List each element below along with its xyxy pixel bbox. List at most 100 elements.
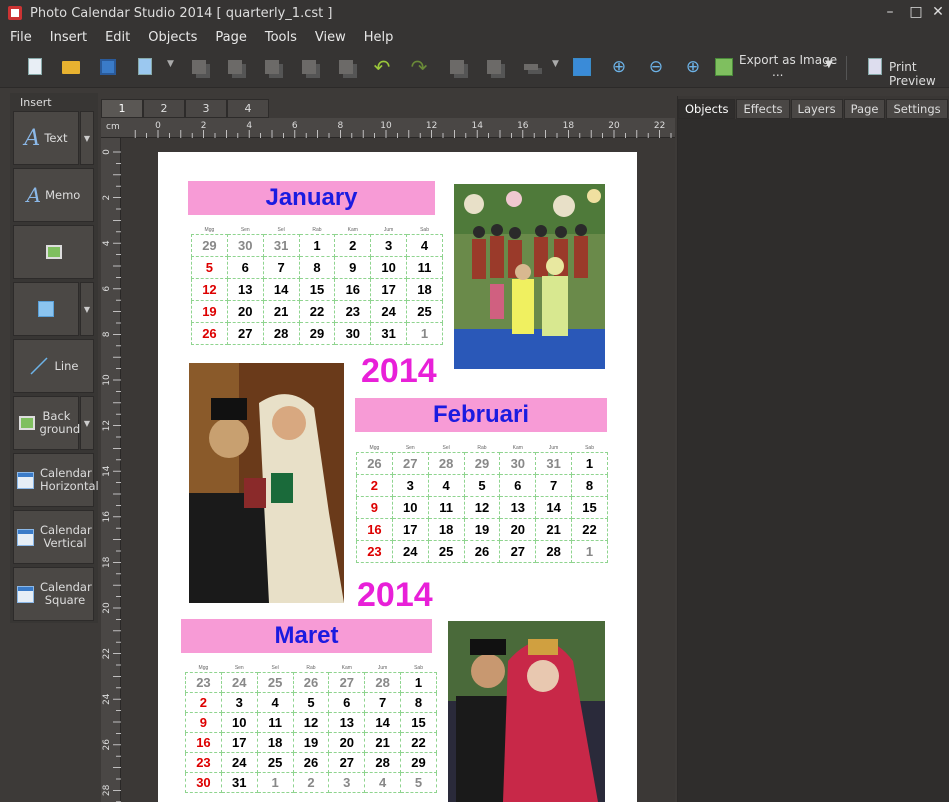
align-icon[interactable] xyxy=(520,56,542,78)
zoom-fit-icon[interactable] xyxy=(571,56,593,78)
insert-calendar-vertical-button[interactable]: Calendar Vertical xyxy=(13,510,94,564)
page-tab-4[interactable]: 4 xyxy=(227,99,269,118)
bring-forward-icon[interactable] xyxy=(298,56,320,78)
calendar-day-cell: 21 xyxy=(364,731,402,753)
add-page-dropdown-icon[interactable]: ▼ xyxy=(167,59,174,69)
tab-objects[interactable]: Objects xyxy=(678,99,736,119)
save-icon[interactable] xyxy=(97,56,119,78)
send-back-icon[interactable] xyxy=(261,56,283,78)
export-image-icon[interactable] xyxy=(713,56,735,78)
year-label-maret[interactable]: 2014 xyxy=(357,576,433,615)
insert-image-button[interactable] xyxy=(13,225,94,279)
delete-page-icon[interactable] xyxy=(188,56,210,78)
maximize-button[interactable]: □ xyxy=(906,4,926,20)
insert-memo-button[interactable]: A Memo xyxy=(13,168,94,222)
close-button[interactable]: ✕ xyxy=(928,4,948,20)
insert-calendar-square-button[interactable]: Calendar Square xyxy=(13,567,94,621)
zoom-out-icon[interactable]: ⊖ xyxy=(645,56,667,78)
background-dropdown-icon[interactable]: ▼ xyxy=(80,396,94,450)
add-page-icon[interactable] xyxy=(134,56,156,78)
menu-page[interactable]: Page xyxy=(213,30,248,45)
tab-layers[interactable]: Layers xyxy=(790,99,843,119)
tab-page[interactable]: Page xyxy=(843,99,886,119)
background-icon xyxy=(18,416,35,430)
toolbar: ↶ ↷ ⊕ ⊖ ⊕ Export as Image ... ▼ Print Pr… xyxy=(0,48,949,88)
ruler-left-label: 12 xyxy=(102,420,112,431)
calendar-day-cell: 2 xyxy=(292,771,330,793)
calendar-day-cell: 22 xyxy=(298,299,336,323)
send-backward-icon[interactable] xyxy=(335,56,357,78)
export-dropdown-icon[interactable]: ▼ xyxy=(825,59,833,70)
ruler-top-label: 10 xyxy=(380,121,392,131)
calendar-day-cell: 22 xyxy=(400,731,437,753)
tab-effects[interactable]: Effects xyxy=(736,99,790,119)
menu-file[interactable]: File xyxy=(8,30,34,45)
calendar-day-cell: 13 xyxy=(499,495,537,519)
canvas-area[interactable]: January Mgg Sen Sel Rab Kam Jum Sab 29 30 31 1 2 3 4 5… xyxy=(121,138,675,802)
photo-couple-red-image xyxy=(448,621,605,802)
insert-text-button[interactable]: A Text xyxy=(13,111,79,165)
calendar-day-cell: 1 xyxy=(400,671,437,693)
print-preview-icon[interactable] xyxy=(864,56,886,78)
align-dropdown-icon[interactable]: ▼ xyxy=(552,59,559,69)
calendar-day-cell: 14 xyxy=(262,277,300,301)
insert-line-button[interactable]: Line xyxy=(13,339,94,393)
year-label-februari[interactable]: 2014 xyxy=(361,352,437,391)
month-title-maret[interactable]: Maret xyxy=(181,619,432,653)
export-image-label[interactable]: Export as Image xyxy=(739,53,837,67)
objects-list[interactable] xyxy=(678,119,949,802)
bring-front-icon[interactable] xyxy=(224,56,246,78)
calendar-day-cell: 31 xyxy=(262,233,300,257)
weekday-header: Sab xyxy=(585,444,594,451)
menu-edit[interactable]: Edit xyxy=(103,30,132,45)
photo-couple-red[interactable] xyxy=(448,621,605,802)
menu-insert[interactable]: Insert xyxy=(48,30,89,45)
insert-background-button[interactable]: Back ground xyxy=(13,396,80,450)
calendar-week-row: 23 24 25 26 27 28 1 xyxy=(356,539,608,563)
month-title-februari[interactable]: Februari xyxy=(355,398,607,432)
text-dropdown-icon[interactable]: ▼ xyxy=(80,111,94,165)
page-tab-1[interactable]: 1 xyxy=(101,99,143,118)
calendar-day-cell: 1 xyxy=(406,321,443,345)
menu-view[interactable]: View xyxy=(313,30,348,45)
ungroup-icon[interactable] xyxy=(483,56,505,78)
open-folder-icon[interactable] xyxy=(60,56,82,78)
calendar-grid-maret[interactable]: Mgg Sen Sel Rab Kam Jum Sab 23 24 25 26 27 28 1 2 3 4 5 6 7… xyxy=(185,664,437,793)
redo-icon[interactable]: ↷ xyxy=(408,56,430,78)
calendar-day-cell: 14 xyxy=(364,711,402,733)
minimize-button[interactable]: – xyxy=(880,4,900,20)
insert-calendar-horizontal-button[interactable]: Calendar Horizontal xyxy=(13,453,99,507)
calendar-page[interactable]: January Mgg Sen Sel Rab Kam Jum Sab 29 30 31 1 2 3 4 5… xyxy=(158,152,637,802)
weekday-header: Sel xyxy=(271,664,279,671)
tab-settings[interactable]: Settings xyxy=(886,99,948,119)
weekday-header: Kam xyxy=(512,444,523,451)
shape-dropdown-icon[interactable]: ▼ xyxy=(80,282,94,336)
zoom-in-icon[interactable]: ⊕ xyxy=(608,56,630,78)
photo-couple-portrait[interactable] xyxy=(189,363,344,603)
page-tab-2[interactable]: 2 xyxy=(143,99,185,118)
page-tab-3[interactable]: 3 xyxy=(185,99,227,118)
menu-tools[interactable]: Tools xyxy=(263,30,299,45)
calendar-day-cell: 14 xyxy=(535,495,573,519)
weekday-header-row: Mgg Sen Sel Rab Kam Jum Sab xyxy=(357,444,608,452)
calendar-day-cell: 27 xyxy=(328,671,366,693)
calendar-day-cell: 2 xyxy=(185,691,222,713)
undo-icon[interactable]: ↶ xyxy=(371,56,393,78)
calendar-day-cell: 6 xyxy=(328,691,366,713)
calendar-day-cell: 19 xyxy=(191,299,228,323)
new-document-icon[interactable] xyxy=(24,56,46,78)
photo-group-wedding[interactable] xyxy=(454,184,605,369)
insert-shape-button[interactable] xyxy=(13,282,79,336)
ruler-left-label: 26 xyxy=(102,739,112,751)
calendar-day-cell: 20 xyxy=(499,517,537,541)
calendar-day-cell: 25 xyxy=(427,539,465,563)
group-icon[interactable] xyxy=(446,56,468,78)
calendar-grid-january[interactable]: Mgg Sen Sel Rab Kam Jum Sab 29 30 31 1 2 3 4 5 6 7 8 9 10 11… xyxy=(191,226,443,345)
calendar-grid-februari[interactable]: Mgg Sen Sel Rab Kam Jum Sab 26 27 28 29 30 31 1 2 3 4 5 6 7… xyxy=(356,444,608,563)
month-title-january[interactable]: January xyxy=(188,181,435,215)
menu-help[interactable]: Help xyxy=(362,30,396,45)
calendar-day-cell: 2 xyxy=(334,233,372,257)
menu-objects[interactable]: Objects xyxy=(146,30,199,45)
print-preview-label[interactable]: Print Preview xyxy=(889,60,949,88)
zoom-actual-icon[interactable]: ⊕ xyxy=(682,56,704,78)
